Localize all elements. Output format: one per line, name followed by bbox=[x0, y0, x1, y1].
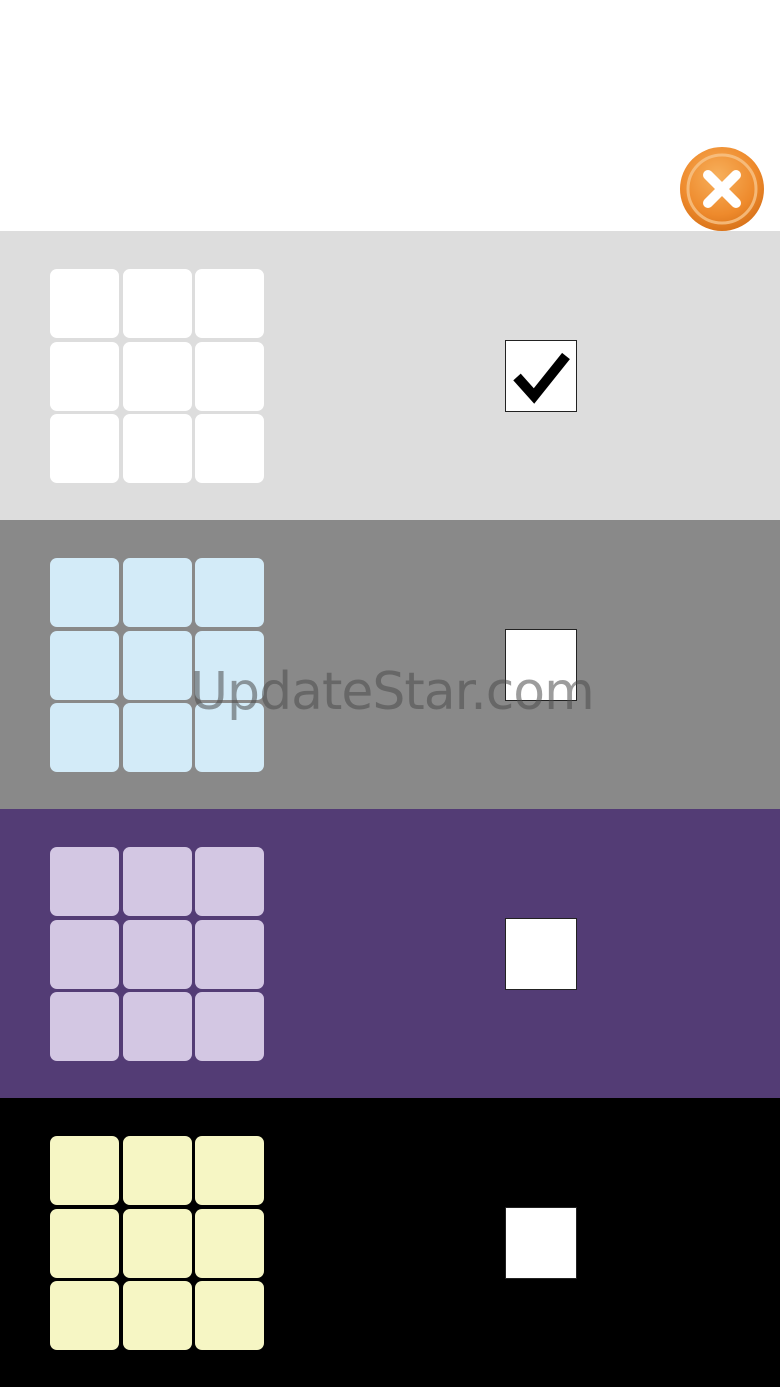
theme-checkbox-light[interactable] bbox=[505, 340, 577, 412]
preview-tile bbox=[195, 992, 264, 1061]
preview-tile bbox=[50, 269, 119, 338]
close-button[interactable] bbox=[678, 145, 766, 233]
preview-tile bbox=[195, 1136, 264, 1205]
preview-tile bbox=[50, 1281, 119, 1350]
preview-tile bbox=[122, 919, 192, 989]
preview-tile bbox=[122, 1281, 192, 1350]
preview-tile bbox=[122, 1136, 192, 1205]
theme-preview-grid bbox=[50, 847, 264, 1061]
preview-tile bbox=[195, 847, 264, 916]
preview-tile bbox=[195, 558, 264, 627]
theme-option-light[interactable] bbox=[0, 231, 780, 520]
preview-tile bbox=[122, 414, 192, 483]
preview-tile bbox=[195, 630, 264, 700]
preview-tile bbox=[50, 1136, 119, 1205]
preview-tile bbox=[195, 341, 264, 411]
close-icon bbox=[680, 147, 764, 231]
preview-tile bbox=[195, 703, 264, 772]
header bbox=[0, 0, 780, 231]
theme-preview-grid bbox=[50, 1136, 264, 1350]
preview-tile bbox=[50, 630, 119, 700]
preview-tile bbox=[122, 1208, 192, 1278]
theme-checkbox-purple[interactable] bbox=[505, 918, 577, 990]
preview-tile bbox=[195, 1208, 264, 1278]
theme-option-gray[interactable] bbox=[0, 520, 780, 809]
preview-tile bbox=[122, 269, 192, 338]
preview-tile bbox=[122, 703, 192, 772]
theme-checkbox-gray[interactable] bbox=[505, 629, 577, 701]
preview-tile bbox=[50, 341, 119, 411]
preview-tile bbox=[50, 992, 119, 1061]
theme-checkbox-dark[interactable] bbox=[505, 1207, 577, 1279]
theme-option-dark[interactable] bbox=[0, 1098, 780, 1387]
theme-preview-grid bbox=[50, 269, 264, 483]
preview-tile bbox=[50, 919, 119, 989]
theme-preview-grid bbox=[50, 558, 264, 772]
theme-list bbox=[0, 231, 780, 1387]
preview-tile bbox=[122, 341, 192, 411]
preview-tile bbox=[195, 414, 264, 483]
preview-tile bbox=[50, 414, 119, 483]
preview-tile bbox=[50, 703, 119, 772]
preview-tile bbox=[195, 919, 264, 989]
preview-tile bbox=[122, 558, 192, 627]
preview-tile bbox=[122, 992, 192, 1061]
preview-tile bbox=[122, 630, 192, 700]
preview-tile bbox=[50, 558, 119, 627]
preview-tile bbox=[195, 269, 264, 338]
preview-tile bbox=[50, 847, 119, 916]
preview-tile bbox=[122, 847, 192, 916]
preview-tile bbox=[50, 1208, 119, 1278]
preview-tile bbox=[195, 1281, 264, 1350]
theme-option-purple[interactable] bbox=[0, 809, 780, 1098]
checkmark-icon bbox=[513, 352, 570, 404]
